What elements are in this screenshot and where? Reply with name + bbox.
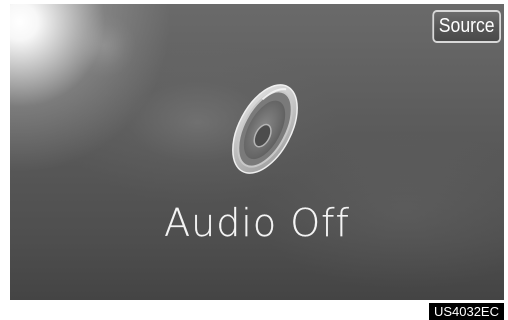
audio-status-text: Audio Off — [164, 201, 350, 245]
source-button[interactable]: Source — [432, 10, 501, 43]
image-reference-code: US4032EC — [428, 303, 504, 320]
audio-screen: Source Audio Off — [10, 4, 504, 300]
speaker-icon — [232, 84, 298, 174]
